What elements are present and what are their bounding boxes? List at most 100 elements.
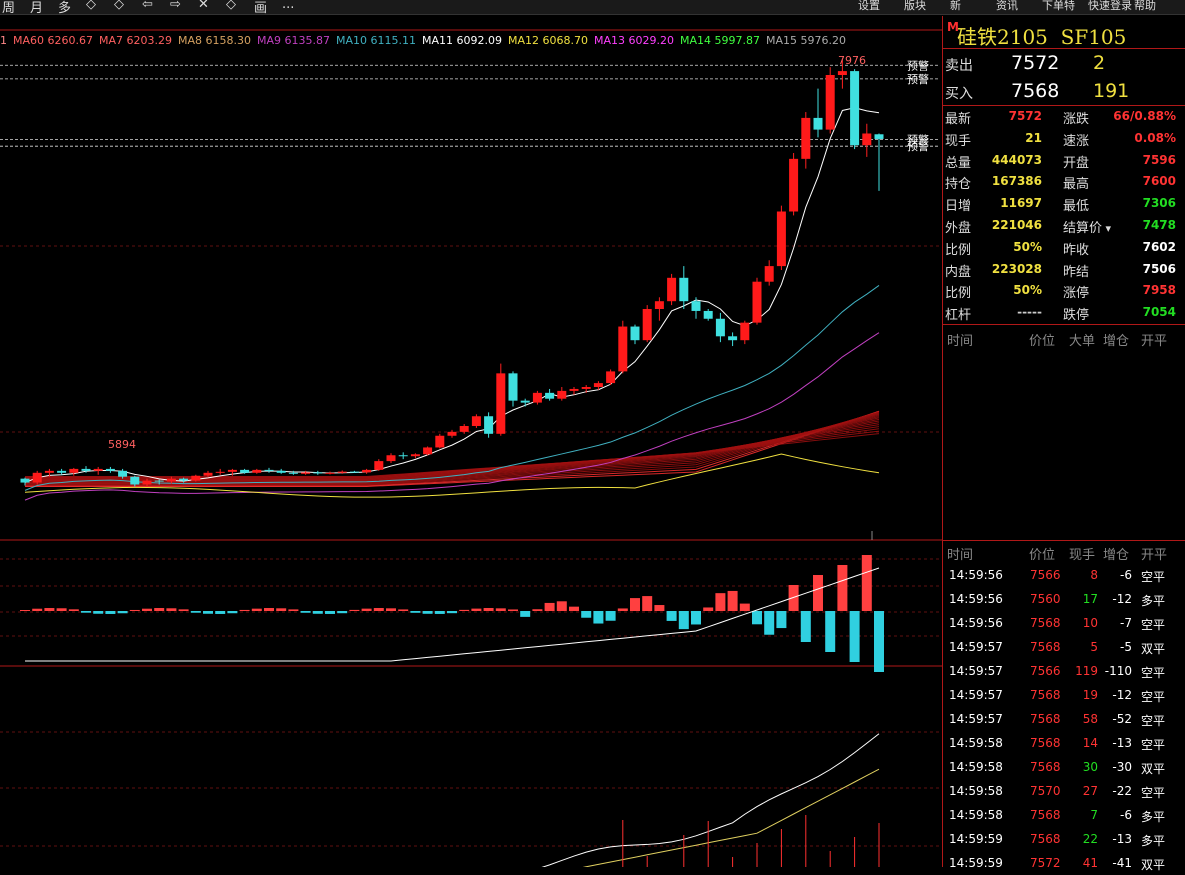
forward-icon[interactable]: ⇨ [170, 0, 181, 12]
draw-icon[interactable]: 画 [254, 0, 267, 14]
tick-open-close: 多平 [1141, 834, 1166, 848]
toolbar-menu-item[interactable]: 帮助 [1134, 0, 1156, 13]
back-icon[interactable]: ⇦ [142, 0, 153, 12]
big-order-header: 时间 价位 大单 增仓 开平 [943, 327, 1185, 349]
tick-row[interactable]: 14:59:58 7570 27 -22 空平 [943, 779, 1185, 803]
quote-row: 内盘 223028 昨结 7506 [943, 259, 1185, 281]
tick-row[interactable]: 14:59:58 7568 7 -6 多平 [943, 803, 1185, 827]
tick-time: 14:59:57 [949, 688, 1003, 702]
quote-row: 日增 11697 最低 7306 [943, 193, 1185, 215]
quote-value: 7306 [1142, 196, 1176, 211]
macd-bar [776, 611, 787, 629]
quote-row: 最新 7572 涨跌 66/0.88% [943, 106, 1185, 128]
zoom-out-icon[interactable]: ◇ [114, 0, 124, 12]
tick-row[interactable]: 14:59:56 7566 8 -6 空平 [943, 563, 1185, 587]
cross-icon[interactable]: ✕ [198, 0, 209, 12]
quote-label: 结算价 ▾ [1063, 221, 1112, 236]
column-header: 开平 [1141, 548, 1168, 563]
tick-open-close: 空平 [1141, 786, 1166, 800]
candle-body [496, 373, 506, 434]
tick-price: 7568 [1030, 712, 1061, 726]
toolbar-menu-item[interactable]: 版块 [904, 0, 926, 13]
candle-body [801, 117, 811, 159]
tick-time: 14:59:59 [949, 856, 1003, 870]
quote-value: 21 [1025, 130, 1042, 145]
toolbar-menu-item[interactable]: 快速登录 [1088, 0, 1132, 13]
dropdown-arrow-icon[interactable]: ▾ [1102, 222, 1112, 235]
candle-body [423, 447, 433, 455]
tick-row[interactable]: 14:59:57 7568 58 -52 空平 [943, 707, 1185, 731]
candle-body [752, 281, 762, 323]
candle-body [179, 478, 189, 481]
multi-icon[interactable]: 多 [58, 0, 71, 14]
toolbar-menu-item[interactable]: 资讯 [996, 0, 1018, 13]
bid-row[interactable]: 买入 7568 191 [943, 77, 1185, 105]
tick-row[interactable]: 14:59:57 7568 5 -5 双平 [943, 635, 1185, 659]
candle-body [740, 322, 750, 341]
tick-row[interactable]: 14:59:59 7568 22 -13 多平 [943, 827, 1185, 851]
toolbar-menu-item[interactable]: 下单特 [1042, 0, 1075, 13]
more-icon[interactable]: ... [282, 0, 294, 12]
column-header: 现手 [1069, 548, 1096, 563]
tick-volume: 41 [1082, 856, 1098, 870]
candle-body [166, 478, 176, 482]
tick-row[interactable]: 14:59:57 7568 19 -12 空平 [943, 683, 1185, 707]
macd-bar [752, 611, 762, 625]
quote-label: 开盘 [1063, 155, 1090, 171]
ask-price: 7572 [1011, 52, 1060, 74]
tick-time: 14:59:58 [949, 760, 1003, 774]
macd-bar [495, 608, 506, 611]
quote-label: 比例 [945, 242, 972, 258]
quote-value: 221046 [991, 218, 1042, 232]
tick-row[interactable]: 14:59:57 7566 119 -110 空平 [943, 659, 1185, 683]
macd-bar [849, 611, 860, 662]
candle-body [593, 383, 603, 387]
macd-bar [129, 609, 140, 611]
tick-oi-change: -22 [1112, 784, 1132, 798]
tick-row[interactable]: 14:59:58 7568 30 -30 双平 [943, 755, 1185, 779]
quote-label: 比例 [945, 286, 972, 302]
quote-label: 杠杆 [945, 308, 972, 324]
macd-bar [105, 611, 116, 614]
candle-body [618, 326, 628, 372]
quote-label: 外盘 [945, 221, 972, 236]
macd-bar [20, 610, 30, 611]
macd-bar [276, 608, 287, 611]
zoom-in-icon[interactable]: ◇ [86, 0, 96, 12]
tick-row[interactable]: 14:59:59 7572 41 -41 双平 [943, 851, 1185, 875]
toolbar-menu-item[interactable]: 设置 [858, 0, 880, 13]
tick-row[interactable]: 14:59:56 7568 10 -7 空平 [943, 611, 1185, 635]
tick-volume: 5 [1090, 640, 1098, 654]
osc-line [541, 733, 880, 867]
quote-label: 日增 [945, 199, 972, 215]
candle-body [691, 301, 701, 311]
bid-label: 买入 [945, 86, 973, 102]
tick-row[interactable]: 14:59:58 7568 14 -13 空平 [943, 731, 1185, 755]
macd-bar [288, 609, 299, 611]
alert-label: 预警 [907, 72, 929, 86]
instrument-header[interactable]: M 硅铁2105 SF105 [943, 16, 1185, 49]
macd-bar [325, 611, 335, 614]
macd-bar [581, 611, 592, 618]
quote-label: 内盘 [945, 264, 972, 280]
diamond-icon[interactable]: ◇ [226, 0, 236, 12]
candle-body [654, 301, 664, 309]
quote-label: 最新 [945, 112, 972, 127]
tick-row[interactable]: 14:59:56 7560 17 -12 多平 [943, 587, 1185, 611]
macd-bar [569, 606, 579, 611]
toolbar-menu-item[interactable]: 新 [950, 0, 961, 13]
candle-body [776, 211, 786, 267]
ask-row[interactable]: 卖出 7572 2 [943, 49, 1185, 77]
instrument-name: 硅铁2105 [957, 25, 1048, 49]
tick-open-close: 空平 [1141, 714, 1166, 728]
column-header: 时间 [947, 548, 974, 563]
quote-value: 7506 [1142, 261, 1176, 276]
high-marker: 7976 [838, 54, 866, 67]
tick-oi-change: -12 [1112, 592, 1132, 606]
macd-bar [447, 611, 457, 614]
kline-chart[interactable]: 预警预警预警预警79765894 [0, 16, 942, 867]
month-icon[interactable]: 月 [30, 0, 43, 14]
macd-bar [312, 611, 323, 614]
macd-bar [203, 611, 213, 614]
period-icon[interactable]: 周 [2, 0, 15, 14]
